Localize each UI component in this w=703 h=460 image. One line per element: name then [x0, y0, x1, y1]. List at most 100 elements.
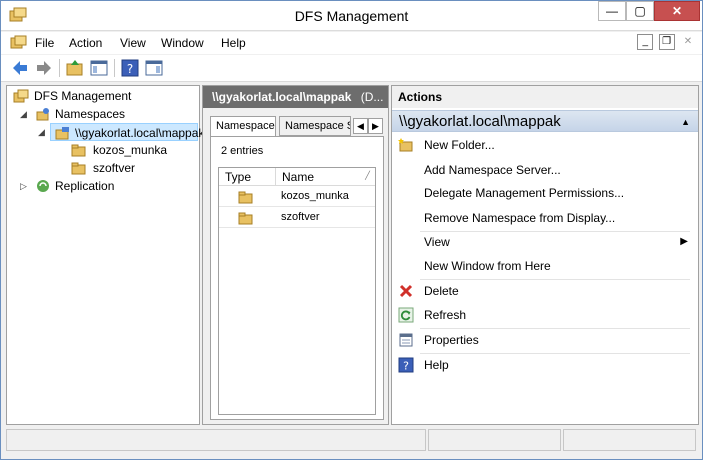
collapse-triangle-icon[interactable]: ◢: [38, 123, 48, 141]
action-label: New Folder...: [424, 138, 495, 152]
namespaces-icon: [36, 108, 49, 121]
tree-item-label: \\gyakorlat.local\mappak: [75, 126, 205, 140]
mdi-minimize-button[interactable]: _: [637, 34, 654, 50]
toolbar-separator: [114, 59, 115, 77]
tree-item-kozos-munka[interactable]: kozos_munka: [69, 141, 189, 159]
actions-pane: Actions \\gyakorlat.local\mappak ▲ New F…: [391, 85, 699, 425]
action-label: Properties: [424, 333, 479, 347]
tab-scroll-left-button[interactable]: ◀: [353, 118, 368, 134]
tree-item-namespace-root[interactable]: \\gyakorlat.local\mappak: [50, 123, 204, 141]
status-cell-tertiary: [563, 429, 696, 451]
dfs-management-icon: [13, 89, 29, 103]
action-delete[interactable]: Delete: [392, 280, 698, 302]
results-header-suffix: (D...: [360, 90, 384, 104]
help-icon[interactable]: ?: [120, 58, 140, 78]
tree-item-dfs-management[interactable]: DFS Management: [11, 87, 191, 105]
tab-strip: Namespace Namespace Se ◀ ▶: [210, 116, 384, 137]
action-new-folder[interactable]: New Folder...: [392, 134, 698, 156]
show-hide-action-pane-icon[interactable]: [144, 58, 164, 78]
folder-link-icon: [238, 212, 253, 225]
svg-text:?: ?: [127, 62, 133, 76]
namespace-folder-icon: [55, 127, 69, 140]
column-header-name[interactable]: Name: [282, 170, 314, 184]
expand-triangle-icon[interactable]: ▷: [20, 177, 30, 195]
list-item[interactable]: szoftver: [219, 208, 375, 228]
mmc-document-icon[interactable]: [10, 35, 28, 50]
results-header-title: \\gyakorlat.local\mappak: [212, 90, 352, 104]
collapse-arrow-icon[interactable]: ▲: [681, 111, 690, 133]
action-label: View: [424, 235, 450, 249]
app-window: DFS Management — ▢ ✕ File Action View Wi…: [0, 0, 703, 460]
entries-list: Type Name ╱ kozos_munka szoftver: [218, 167, 376, 415]
action-refresh[interactable]: Refresh: [392, 304, 698, 326]
collapse-triangle-icon[interactable]: ◢: [20, 105, 30, 123]
tab-scroll-right-button[interactable]: ▶: [368, 118, 383, 134]
action-label: Add Namespace Server...: [424, 163, 561, 177]
tree-item-namespaces[interactable]: ◢ Namespaces: [11, 105, 191, 123]
action-properties[interactable]: Properties: [392, 329, 698, 351]
column-divider[interactable]: [275, 168, 276, 186]
actions-header: Actions: [392, 86, 698, 108]
tab-namespace[interactable]: Namespace: [210, 116, 276, 137]
minimize-button[interactable]: —: [598, 1, 626, 21]
mdi-restore-button[interactable]: ❐: [658, 34, 675, 50]
toolbar: ?: [1, 55, 702, 82]
tree-item-szoftver[interactable]: szoftver: [69, 159, 189, 177]
results-header: \\gyakorlat.local\mappak (D...: [203, 86, 388, 108]
svg-text:?: ?: [403, 360, 409, 373]
action-remove-namespace[interactable]: Remove Namespace from Display...: [392, 207, 698, 229]
action-add-namespace-server[interactable]: Add Namespace Server...: [392, 159, 698, 181]
delete-icon: [399, 284, 413, 298]
list-item[interactable]: kozos_munka: [219, 187, 375, 207]
tree-item-label: Namespaces: [55, 107, 126, 121]
toolbar-separator: [59, 59, 60, 77]
tree-item-label: szoftver: [93, 161, 136, 175]
action-delegate-permissions[interactable]: Delegate Management Permissions...: [392, 182, 698, 204]
tree-item-label: Replication: [55, 179, 115, 193]
show-hide-console-tree-icon[interactable]: [89, 58, 109, 78]
action-view[interactable]: View ▶: [392, 231, 698, 253]
new-folder-icon: [398, 138, 413, 152]
action-label: Remove Namespace from Display...: [424, 211, 616, 225]
menu-window[interactable]: Window: [161, 36, 204, 50]
menu-view[interactable]: View: [120, 36, 146, 50]
title-bar[interactable]: DFS Management — ▢ ✕: [1, 1, 702, 31]
maximize-button[interactable]: ▢: [626, 1, 654, 21]
mdi-close-button[interactable]: ✕: [680, 35, 696, 51]
action-label: Refresh: [424, 308, 467, 322]
up-folder-icon[interactable]: [65, 58, 85, 78]
tab-panel: 2 entries Type Name ╱ kozos_munka szoftv…: [210, 136, 384, 420]
folder-link-icon: [71, 144, 86, 157]
folder-link-icon: [238, 191, 253, 204]
menu-file[interactable]: File: [35, 36, 54, 50]
menu-bar: File Action View Window Help _ ❐ ✕: [1, 32, 702, 54]
status-bar: [6, 429, 699, 453]
menu-action[interactable]: Action: [69, 36, 102, 50]
tab-namespace-servers[interactable]: Namespace Se: [279, 116, 351, 136]
back-arrow-icon[interactable]: [10, 58, 30, 78]
status-cell-main: [6, 429, 426, 451]
replication-icon: [37, 180, 49, 192]
window-title: DFS Management: [294, 8, 409, 24]
list-item-name: szoftver: [281, 211, 320, 223]
action-label: New Window from Here: [424, 259, 551, 273]
action-help[interactable]: ? Help: [392, 354, 698, 376]
menu-help[interactable]: Help: [221, 36, 246, 50]
actions-section-header[interactable]: \\gyakorlat.local\mappak ▲: [392, 110, 698, 132]
mdi-controls: _ ❐ ✕: [635, 33, 696, 51]
action-new-window[interactable]: New Window from Here: [392, 255, 698, 277]
entries-count: 2 entries: [221, 145, 264, 157]
status-cell-secondary: [428, 429, 561, 451]
help-icon: ?: [398, 357, 414, 373]
close-button[interactable]: ✕: [654, 1, 700, 21]
folder-link-icon: [71, 162, 86, 175]
tree-item-replication[interactable]: ▷ Replication: [11, 177, 191, 195]
column-header-type[interactable]: Type: [225, 170, 251, 184]
action-label: Help: [424, 358, 449, 372]
tree-item-label: kozos_munka: [93, 143, 168, 157]
actions-section-title: \\gyakorlat.local\mappak: [399, 113, 561, 130]
forward-arrow-icon[interactable]: [34, 58, 54, 78]
refresh-icon: [398, 307, 414, 323]
properties-icon: [399, 333, 413, 347]
list-item-name: kozos_munka: [281, 190, 349, 202]
